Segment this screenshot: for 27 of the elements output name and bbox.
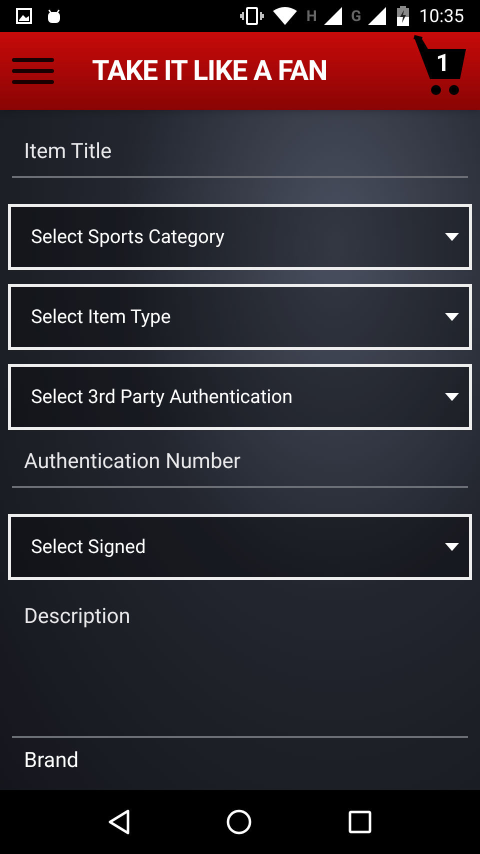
caret-icon [445, 543, 459, 551]
recents-icon[interactable] [348, 810, 372, 834]
dropdown[interactable]: Select Signed [8, 514, 472, 580]
clock-text: 10:35 [419, 4, 464, 28]
signal-icon [367, 6, 388, 26]
menu-button[interactable] [12, 55, 54, 87]
app-title: TAKE IT LIKE A FAN [92, 53, 328, 89]
dropdown[interactable]: Select Sports Category [8, 204, 472, 270]
back-icon[interactable] [108, 809, 130, 835]
vibrate-icon [240, 7, 264, 25]
caret-icon [445, 313, 459, 321]
field-label: Brand [23, 748, 80, 775]
description-field[interactable]: Description [12, 598, 468, 738]
dropdown[interactable]: Select Item Type [8, 284, 472, 350]
text-field[interactable]: Authentication Number [12, 446, 468, 488]
text-field[interactable]: Item Title [12, 136, 468, 178]
image-icon [16, 8, 32, 24]
caret-icon [445, 393, 459, 401]
android-icon [46, 8, 62, 24]
dropdown[interactable]: Select 3rd Party Authentication [8, 364, 472, 430]
caret-icon [445, 233, 459, 241]
battery-charging-icon [397, 6, 410, 26]
home-icon[interactable] [226, 809, 252, 835]
wifi-icon [272, 7, 298, 25]
signal-icon [322, 6, 343, 26]
network-type-label: G [350, 6, 362, 27]
network-type-label: H [306, 6, 317, 27]
